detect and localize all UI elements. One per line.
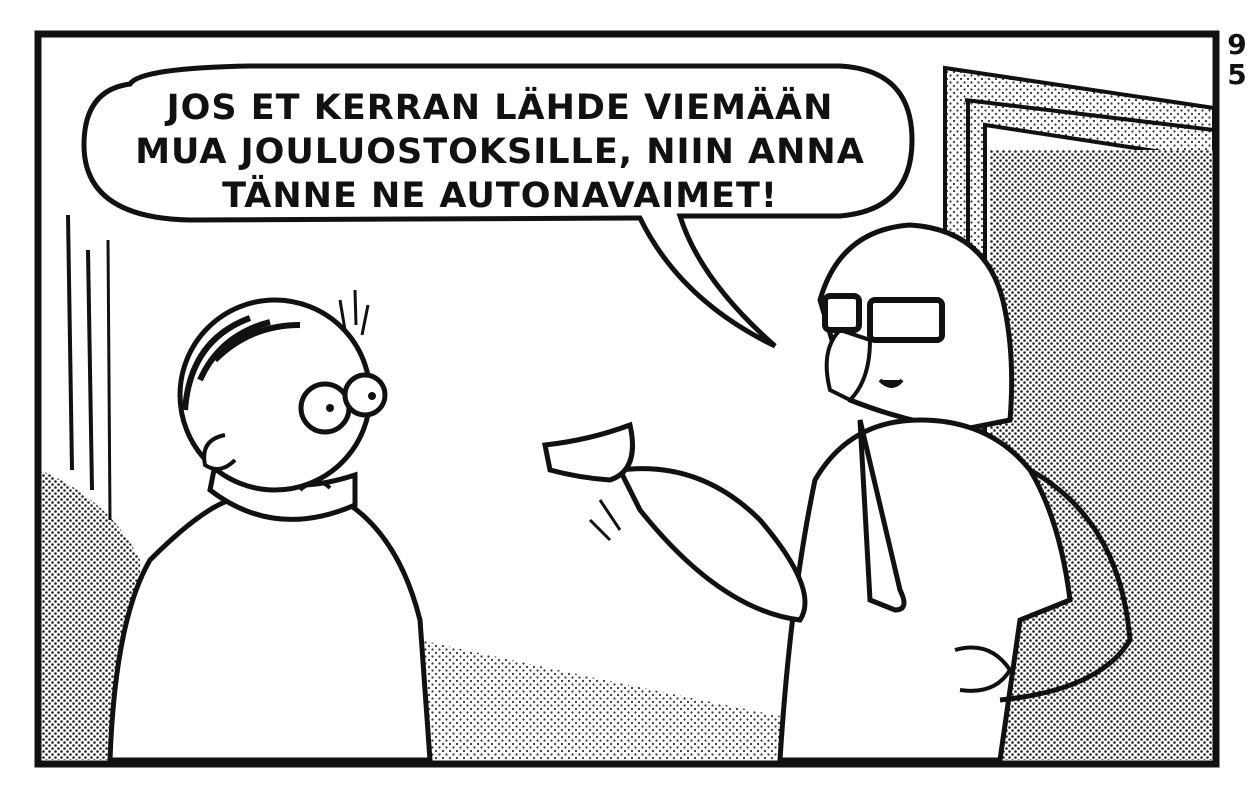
page-number-digit: 5 (1227, 58, 1247, 91)
speech-line: JOS ET KERRAN LÄHDE VIEMÄÄN (166, 88, 834, 128)
speech-line: MUA JOULUOSTOKSILLE, NIIN ANNA (135, 132, 865, 172)
page-number: 9 5 (1224, 30, 1250, 90)
page-number-digit: 9 (1227, 28, 1247, 61)
speech-line: TÄNNE NE AUTONAVAIMET! (222, 176, 778, 216)
comic-panel: JOS ET KERRAN LÄHDE VIEMÄÄN MUA JOULUOST… (0, 0, 1255, 800)
speech-bubble-text: JOS ET KERRAN LÄHDE VIEMÄÄN MUA JOULUOST… (100, 86, 900, 218)
